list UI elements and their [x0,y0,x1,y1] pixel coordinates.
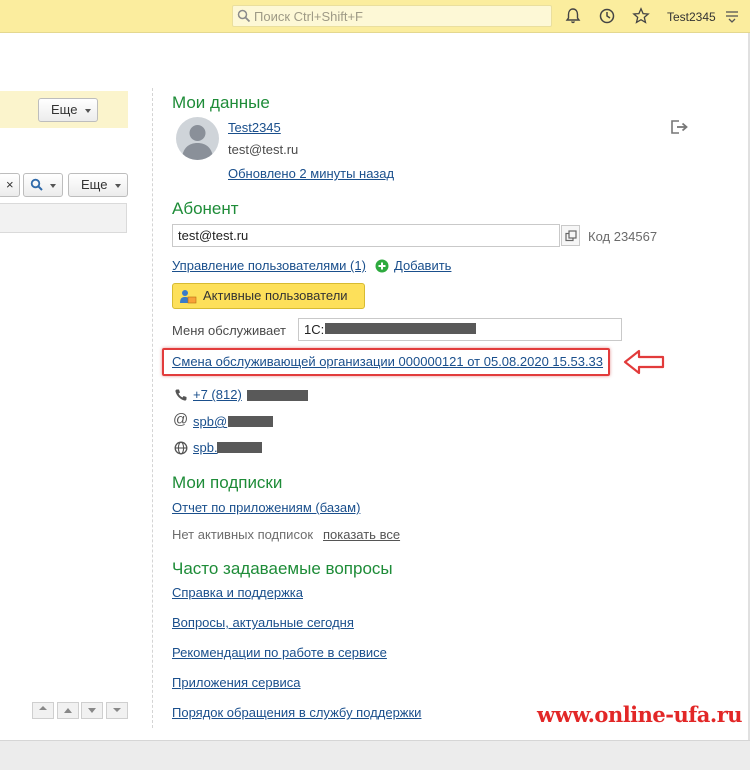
apps-report-link[interactable]: Отчет по приложениям (базам) [172,500,360,515]
panel-divider [152,88,153,728]
copy-icon [565,230,577,242]
more-button-2[interactable]: Еще [68,173,128,197]
redacted-email [228,416,273,427]
clear-icon: × [6,177,14,192]
last-icon [113,708,121,712]
served-by-label: Меня обслуживает [172,323,286,338]
change-org-link[interactable]: Смена обслуживающей организации 00000012… [172,354,603,369]
my-data-title: Мои данные [172,93,270,112]
menu-icon[interactable] [724,9,740,23]
phone-icon [175,389,187,401]
faq-link-today[interactable]: Вопросы, актуальные сегодня [172,615,354,630]
active-users-label: Активные пользователи [203,288,348,303]
left-arrow-icon [623,349,665,375]
history-icon[interactable] [598,7,616,25]
users-icon [180,290,197,304]
scroll-first-button[interactable] [32,702,54,719]
faq-link-apps[interactable]: Приложения сервиса [172,675,301,690]
top-bar: Поиск Ctrl+Shift+F Test2345 [0,0,750,33]
faq-link-support[interactable]: Порядок обращения в службу поддержки [172,705,421,720]
chevron-down-icon [50,184,56,188]
no-subscriptions-text: Нет активных подписок [172,527,314,542]
search-placeholder: Поиск Ctrl+Shift+F [254,9,363,24]
faq-link-help[interactable]: Справка и поддержка [172,585,303,600]
more-button-label: Еще [81,177,108,192]
clear-button[interactable]: × [0,173,20,197]
logout-icon[interactable] [670,119,690,135]
search-input[interactable]: Поиск Ctrl+Shift+F [232,5,552,27]
show-all-link[interactable]: показать все [323,527,400,542]
served-by-value: 1С: [304,322,325,337]
user-email: test@test.ru [228,142,299,157]
add-circle-icon[interactable] [375,259,389,273]
subscriptions-title: Мои подписки [172,473,283,492]
chevron-down-icon [115,184,121,188]
scroll-last-button[interactable] [106,702,128,719]
search-dropdown-button[interactable] [23,173,63,197]
updated-link[interactable]: Обновлено 2 минуты назад [228,166,394,181]
add-user-link[interactable]: Добавить [394,258,451,273]
more-button-label: Еще [51,102,78,117]
bell-icon[interactable] [564,7,582,25]
first-icon [39,706,47,710]
faq-title: Часто задаваемые вопросы [172,559,393,578]
scroll-up-button[interactable] [57,702,79,719]
watermark: www.online-ufa.ru [537,702,743,727]
star-icon[interactable] [632,7,650,25]
avatar[interactable] [176,117,219,160]
open-button[interactable] [561,225,580,246]
status-bar [0,740,750,770]
site-link[interactable]: spb. [193,440,218,455]
current-user[interactable]: Test2345 [667,10,716,24]
redacted-org-name [325,323,476,334]
subscriber-code: Код 234567 [588,229,658,244]
username-link[interactable]: Test2345 [228,120,281,135]
active-users-button[interactable]: Активные пользователи [172,283,365,309]
subscriber-title: Абонент [172,199,239,218]
chevron-down-icon [85,109,91,113]
scroll-down-button[interactable] [81,702,103,719]
down-icon [88,708,96,713]
phone-link[interactable]: +7 (812) [193,387,242,402]
contact-email-link[interactable]: spb@ [193,414,227,429]
redacted-site [217,442,262,453]
user-silhouette-icon [182,125,213,160]
search-icon [237,9,251,23]
faq-link-recommendations[interactable]: Рекомендации по работе в сервисе [172,645,387,660]
search-icon [30,178,43,191]
subscriber-field[interactable]: test@test.ru [172,224,560,247]
more-button-1[interactable]: Еще [38,98,98,122]
list-header-row [0,203,127,233]
email-at-icon: @ [173,411,189,428]
redacted-phone [247,390,308,401]
up-icon [64,708,72,713]
manage-users-link[interactable]: Управление пользователями (1) [172,258,366,273]
globe-icon [174,441,188,455]
